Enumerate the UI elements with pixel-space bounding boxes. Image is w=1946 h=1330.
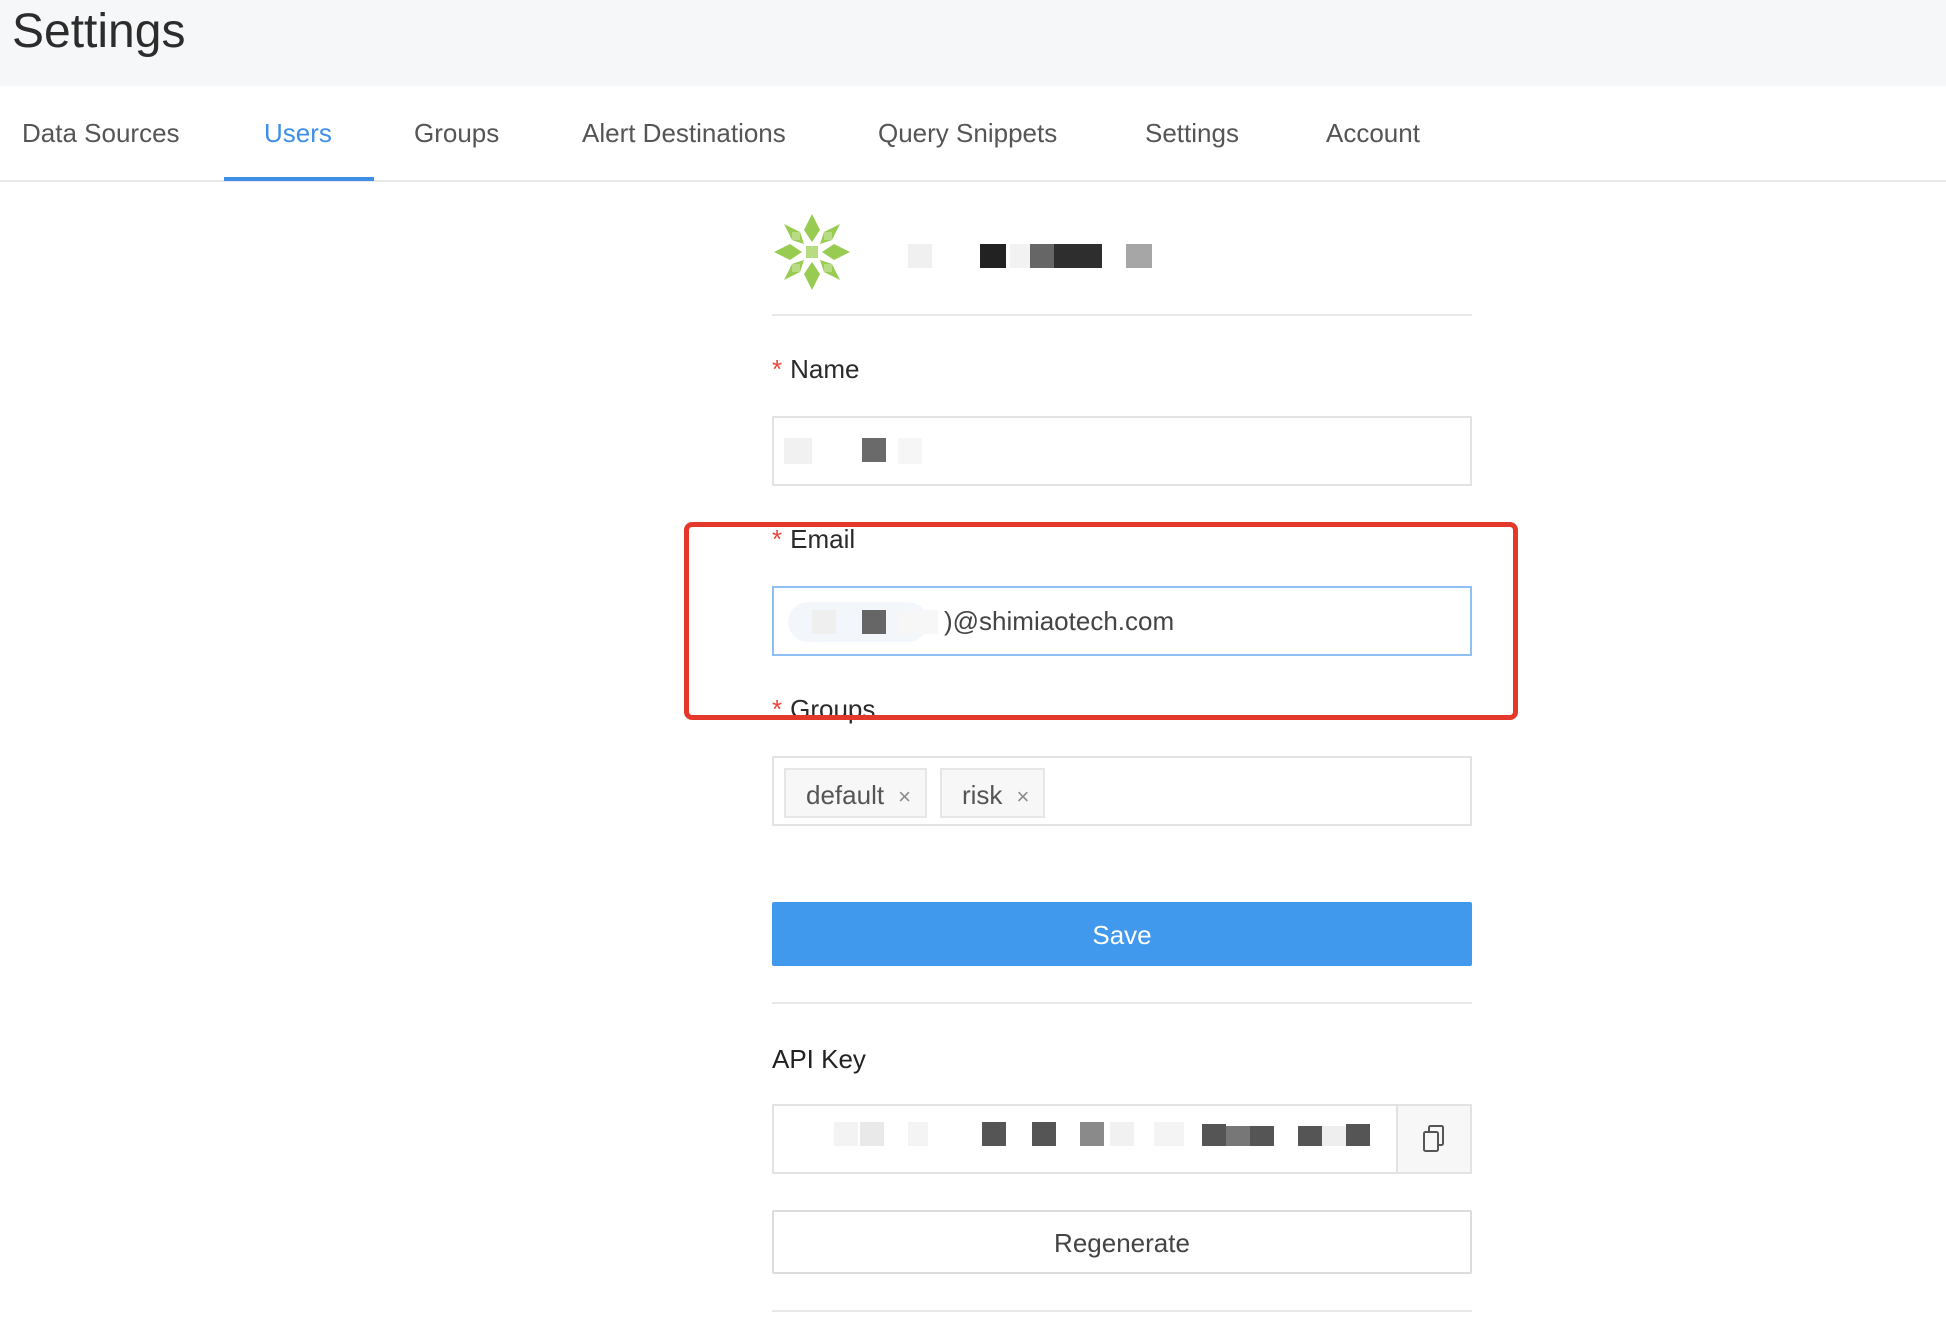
group-tag-risk: risk × <box>940 768 1046 818</box>
footer-divider <box>772 1310 1472 1312</box>
email-input[interactable]: )@shimiaotech.com <box>772 586 1472 656</box>
active-tab-indicator <box>224 177 374 181</box>
api-key-label: API Key <box>772 1044 866 1074</box>
section-divider <box>772 1002 1472 1004</box>
copy-icon <box>1423 1125 1444 1152</box>
group-tag-default: default × <box>784 768 927 818</box>
regenerate-api-key-button[interactable]: Regenerate <box>772 1210 1472 1274</box>
tab-groups[interactable]: Groups <box>414 86 499 180</box>
tab-account[interactable]: Account <box>1326 86 1420 180</box>
email-label: * Email <box>772 524 855 555</box>
tab-data-sources[interactable]: Data Sources <box>22 86 180 180</box>
required-marker: * <box>772 354 783 384</box>
name-input[interactable] <box>772 416 1472 486</box>
required-marker: * <box>772 524 783 554</box>
tab-alert-destinations[interactable]: Alert Destinations <box>582 86 786 180</box>
tag-remove-icon[interactable]: × <box>1016 772 1029 822</box>
api-key-field[interactable] <box>772 1104 1472 1174</box>
group-tag-label: risk <box>962 780 1003 810</box>
name-label: * Name <box>772 354 859 385</box>
email-value: )@shimiaotech.com <box>944 606 1175 636</box>
copy-api-key-button[interactable] <box>1396 1106 1470 1172</box>
user-avatar <box>774 214 850 290</box>
groups-label-text: Groups <box>790 694 876 724</box>
groups-label: * Groups <box>772 694 875 725</box>
tab-settings[interactable]: Settings <box>1145 86 1239 180</box>
name-label-text: Name <box>790 354 860 384</box>
tab-query-snippets[interactable]: Query Snippets <box>878 86 1057 180</box>
save-button[interactable]: Save <box>772 902 1472 966</box>
email-label-text: Email <box>790 524 856 554</box>
page-title: Settings <box>12 5 186 58</box>
tag-remove-icon[interactable]: × <box>898 772 911 822</box>
profile-divider <box>772 314 1472 316</box>
settings-tabs: Data Sources Users Groups Alert Destinat… <box>0 86 1946 182</box>
required-marker: * <box>772 694 783 724</box>
page-header: Settings <box>0 0 1946 86</box>
groups-select[interactable]: default × risk × <box>772 756 1472 826</box>
tab-users[interactable]: Users <box>264 86 332 180</box>
group-tag-label: default <box>806 780 885 810</box>
